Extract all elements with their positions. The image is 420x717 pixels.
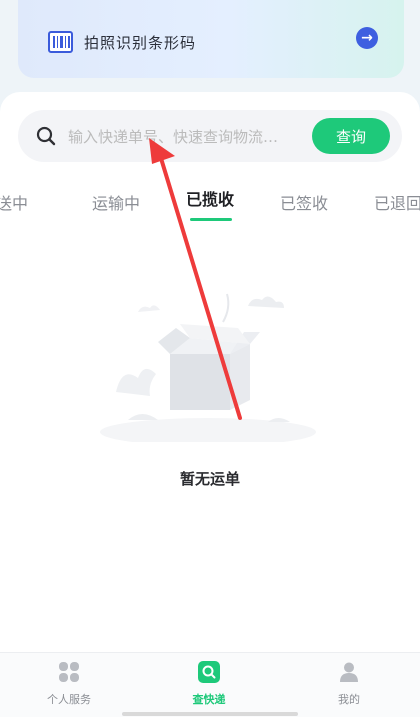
tab-in-transit[interactable]: 运输中 bbox=[92, 190, 140, 214]
nav-mine-label: 我的 bbox=[338, 693, 360, 706]
barcode-icon bbox=[48, 31, 73, 53]
status-tabs: 送中 运输中 已揽收 已签收 已退回 bbox=[0, 180, 420, 230]
user-icon bbox=[340, 662, 358, 682]
empty-state-message: 暂无运单 bbox=[179, 470, 240, 488]
scan-barcode-card[interactable]: 拍照识别条形码 → bbox=[18, 0, 404, 78]
tab-delivering[interactable]: 送中 bbox=[0, 190, 28, 214]
main-sheet: 查询 送中 运输中 已揽收 已签收 已退回 暂无运单 bbox=[0, 92, 420, 652]
grid-icon bbox=[59, 662, 79, 682]
active-tab-indicator bbox=[190, 218, 232, 221]
nav-personal-service-label: 个人服务 bbox=[47, 693, 91, 706]
tab-signed[interactable]: 已签收 bbox=[280, 190, 328, 214]
search-bar: 查询 bbox=[18, 110, 402, 162]
scan-barcode-label: 拍照识别条形码 bbox=[84, 34, 197, 52]
nav-query-express-label: 查快递 bbox=[192, 693, 226, 706]
nav-personal-service[interactable]: 个人服务 bbox=[24, 661, 114, 707]
nav-mine[interactable]: 我的 bbox=[304, 661, 394, 707]
tab-collected[interactable]: 已揽收 bbox=[186, 186, 234, 210]
search-icon bbox=[36, 126, 56, 146]
bottom-navigation: 个人服务 查快递 我的 bbox=[0, 652, 420, 717]
tracking-number-input[interactable] bbox=[68, 126, 296, 148]
arrow-right-icon[interactable]: → bbox=[356, 27, 378, 49]
search-box-icon bbox=[198, 661, 220, 683]
empty-box-illustration bbox=[100, 293, 316, 442]
home-indicator bbox=[122, 712, 298, 716]
query-button[interactable]: 查询 bbox=[312, 118, 390, 154]
nav-query-express[interactable]: 查快递 bbox=[164, 661, 254, 707]
tab-returned[interactable]: 已退回 bbox=[374, 190, 420, 214]
